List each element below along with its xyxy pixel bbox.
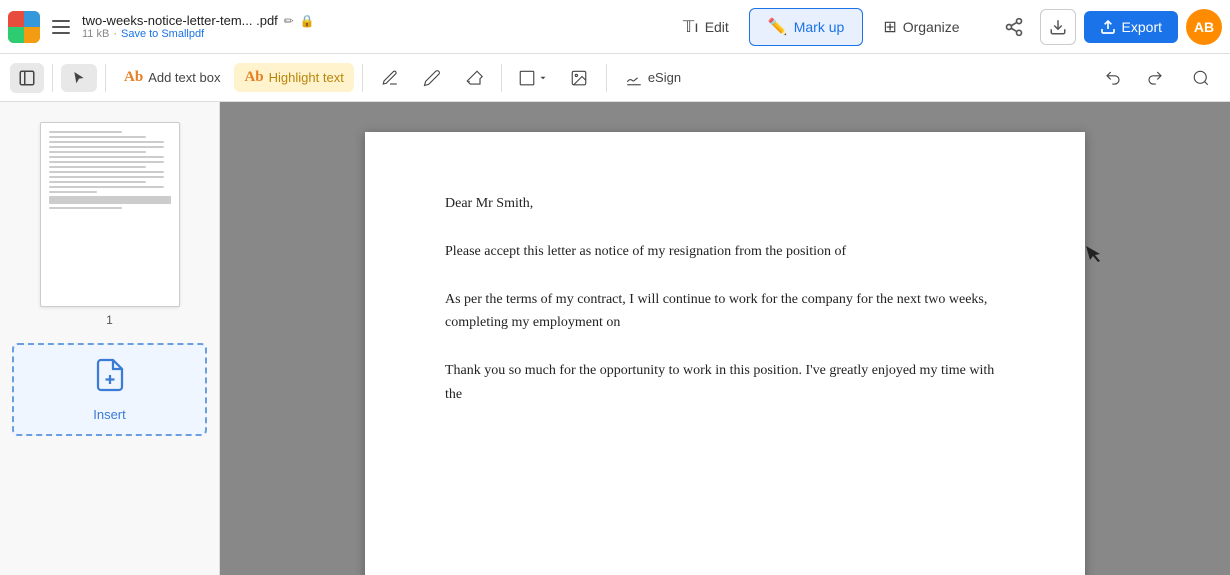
shape-tool-button[interactable] — [510, 63, 556, 93]
image-icon — [570, 69, 588, 87]
insert-panel[interactable]: Insert — [12, 343, 207, 436]
sidebar: 1 Insert — [0, 102, 220, 575]
paragraph-thanks: Thank you so much for the opportunity to… — [445, 359, 1005, 407]
tab-markup[interactable]: ✏️ Mark up — [749, 8, 864, 46]
toggle-sidebar-button[interactable] — [10, 63, 44, 93]
redo-button[interactable] — [1136, 63, 1174, 93]
file-info: two-weeks-notice-letter-tem... .pdf ✏ 🔒 … — [82, 13, 659, 40]
pencil-icon — [423, 69, 441, 87]
separator-1 — [52, 64, 53, 92]
avatar: AB — [1186, 9, 1222, 45]
top-actions: Export AB — [996, 9, 1222, 45]
search-icon — [1192, 69, 1210, 87]
undo-redo-group — [1094, 63, 1220, 93]
mouse-cursor — [1086, 246, 1100, 271]
thumbnail-container: 1 — [0, 102, 219, 335]
separator-2 — [105, 64, 106, 92]
paragraph-greeting: Dear Mr Smith, — [445, 192, 1005, 216]
nav-tabs: 𝕋ı Edit ✏️ Mark up ⊞ Organize — [665, 8, 978, 46]
pencil-tool-button[interactable] — [413, 63, 451, 93]
organize-tab-icon: ⊞ — [883, 17, 896, 37]
highlight-text-label: Highlight text — [269, 70, 344, 85]
file-size: 11 kB — [82, 28, 109, 40]
insert-panel-label: Insert — [93, 407, 126, 422]
pen-icon — [381, 69, 399, 87]
lock-icon: 🔒 — [300, 14, 315, 28]
tab-organize[interactable]: ⊞ Organize — [865, 9, 977, 45]
page-thumbnail — [40, 122, 180, 307]
shape-icon — [518, 69, 536, 87]
sidebar-toggle-icon — [18, 69, 36, 87]
tab-edit[interactable]: 𝕋ı Edit — [665, 9, 747, 45]
pencil-icon: ✏ — [284, 14, 294, 28]
edit-tab-icon: 𝕋ı — [683, 17, 699, 37]
undo-button[interactable] — [1094, 63, 1132, 93]
save-to-smallpdf-link[interactable]: Save to Smallpdf — [121, 28, 204, 40]
highlight-text-button[interactable]: Ab Highlight text — [234, 63, 353, 92]
hamburger-button[interactable] — [46, 14, 76, 40]
share-button[interactable] — [996, 9, 1032, 45]
redo-icon — [1146, 69, 1164, 87]
file-meta: 11 kB · Save to Smallpdf — [82, 28, 659, 40]
separator-4 — [501, 64, 502, 92]
insert-panel-icon — [92, 357, 128, 401]
esign-icon — [625, 69, 643, 87]
share-icon — [1004, 17, 1024, 37]
main-area: 1 Insert Dear Mr Smith, Please accept th… — [0, 102, 1230, 575]
export-icon — [1100, 19, 1116, 35]
image-tool-button[interactable] — [560, 63, 598, 93]
document-page: Dear Mr Smith, Please accept this letter… — [365, 132, 1085, 575]
add-text-box-icon: Ab — [124, 69, 143, 86]
page-number: 1 — [106, 313, 113, 327]
undo-icon — [1104, 69, 1122, 87]
download-icon — [1049, 18, 1067, 36]
file-name: two-weeks-notice-letter-tem... .pdf — [82, 13, 278, 28]
esign-label: eSign — [648, 70, 681, 85]
document-area: Dear Mr Smith, Please accept this letter… — [220, 102, 1230, 575]
export-button[interactable]: Export — [1084, 11, 1178, 43]
shape-dropdown-icon — [538, 73, 548, 83]
select-cursor-icon — [71, 70, 87, 86]
markup-tab-label: Mark up — [794, 19, 845, 35]
add-text-box-button[interactable]: Ab Add text box — [114, 63, 230, 92]
highlight-icon: Ab — [244, 69, 263, 86]
pen-tool-button[interactable] — [371, 63, 409, 93]
export-label: Export — [1122, 19, 1162, 35]
organize-tab-label: Organize — [903, 19, 960, 35]
paragraph-contract: As per the terms of my contract, I will … — [445, 288, 1005, 336]
search-button[interactable] — [1182, 63, 1220, 93]
add-text-box-label: Add text box — [148, 70, 220, 85]
eraser-tool-button[interactable] — [455, 63, 493, 93]
app-logo — [8, 11, 40, 43]
edit-tab-label: Edit — [705, 19, 729, 35]
paragraph-resignation: Please accept this letter as notice of m… — [445, 240, 1005, 264]
select-tool-button[interactable] — [61, 64, 97, 92]
download-button[interactable] — [1040, 9, 1076, 45]
eraser-icon — [465, 69, 483, 87]
separator-3 — [362, 64, 363, 92]
separator-5 — [606, 64, 607, 92]
markup-tab-icon: ✏️ — [768, 17, 788, 37]
esign-button[interactable]: eSign — [615, 63, 691, 93]
